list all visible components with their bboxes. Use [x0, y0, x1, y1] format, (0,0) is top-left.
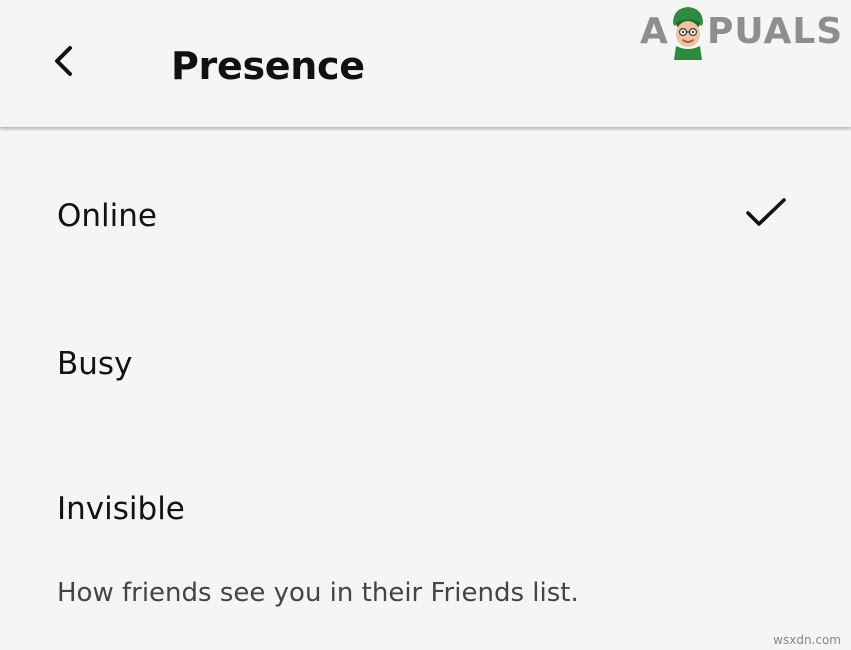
option-online[interactable]: Online [0, 160, 851, 270]
source-label: wsxdn.com [773, 633, 841, 647]
mascot-icon [673, 7, 703, 60]
watermark-logo: A PUALS [636, 2, 848, 60]
checkmark-icon [746, 198, 786, 226]
back-button[interactable] [44, 38, 88, 86]
page-title: Presence [171, 44, 365, 88]
option-busy-label: Busy [57, 346, 133, 382]
watermark-text-suffix: PUALS [707, 11, 844, 52]
option-busy[interactable]: Busy [0, 310, 851, 420]
presence-description: How friends see you in their Friends lis… [57, 578, 579, 608]
option-invisible-label: Invisible [57, 491, 185, 527]
watermark-text-prefix: A [640, 11, 669, 52]
option-online-label: Online [57, 198, 157, 234]
presence-screen: Presence A PUALS Online Busy Invisible H… [0, 0, 851, 650]
option-invisible[interactable]: Invisible [0, 455, 851, 565]
chevron-left-icon [55, 46, 72, 76]
